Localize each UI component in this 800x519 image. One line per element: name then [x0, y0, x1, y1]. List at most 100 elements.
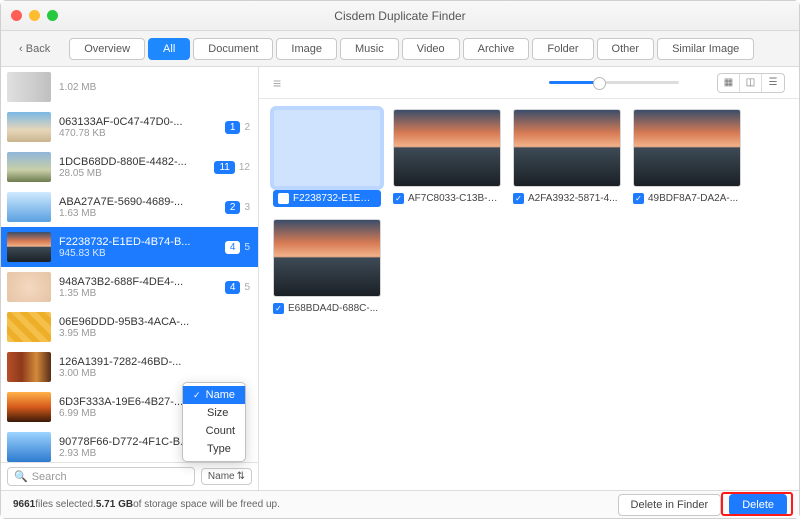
tab-archive[interactable]: Archive	[463, 38, 530, 60]
search-icon: 🔍	[14, 470, 28, 483]
preview-image	[273, 219, 381, 297]
view-switcher: ▦ ◫ ☰	[717, 73, 785, 93]
list-item[interactable]: 1.02 MB	[1, 67, 258, 107]
file-size: 3.95 MB	[59, 328, 250, 339]
dup-count: 45	[225, 281, 250, 294]
list-item[interactable]: 126A1391-7282-46BD-...3.00 MB	[1, 347, 258, 387]
tab-all[interactable]: All	[148, 38, 190, 60]
file-thumb	[7, 152, 51, 182]
close-icon[interactable]	[11, 10, 22, 21]
file-name: ABA27A7E-5690-4689-...	[59, 196, 217, 208]
selected-count: 9661	[13, 499, 35, 510]
file-thumb	[7, 72, 51, 102]
file-thumb	[7, 232, 51, 262]
preview-image	[513, 109, 621, 187]
list-item[interactable]: ABA27A7E-5690-4689-...1.63 MB23	[1, 187, 258, 227]
thumb-card[interactable]: ✓ 49BDF8A7-DA2A-...	[633, 109, 741, 207]
list-item[interactable]: 063133AF-0C47-47D0-...470.78 KB 12	[1, 107, 258, 147]
thumbnail-size-slider[interactable]	[549, 81, 679, 84]
tab-video[interactable]: Video	[402, 38, 460, 60]
file-size: 1.35 MB	[59, 288, 217, 299]
file-thumb	[7, 112, 51, 142]
thumb-filename: A2FA3932-5871-4...	[528, 193, 618, 204]
file-name: 948A73B2-688F-4DE4-...	[59, 276, 217, 288]
thumb-filename: E68BDA4D-688C-...	[288, 303, 378, 314]
delete-in-finder-button[interactable]: Delete in Finder	[618, 494, 722, 516]
list-item[interactable]: 948A73B2-688F-4DE4-...1.35 MB 45	[1, 267, 258, 307]
file-name: 063133AF-0C47-47D0-...	[59, 116, 217, 128]
tab-similar-image[interactable]: Similar Image	[657, 38, 754, 60]
sort-button[interactable]: Name⇅	[201, 468, 252, 485]
preview-image	[273, 109, 381, 187]
thumb-card[interactable]: ✓ E68BDA4D-688C-...	[273, 219, 381, 314]
file-name: 06E96DDD-95B3-4ACA-...	[59, 316, 250, 328]
dup-count: 12	[225, 121, 250, 134]
file-size: 3.00 MB	[59, 368, 250, 379]
zoom-icon[interactable]	[47, 10, 58, 21]
minimize-icon[interactable]	[29, 10, 40, 21]
list-item[interactable]: 06E96DDD-95B3-4ACA-...3.95 MB	[1, 307, 258, 347]
sidebar-footer: 🔍 Search Name⇅	[1, 462, 258, 490]
thumb-card[interactable]: F2238732-E1ED-4...	[273, 109, 381, 207]
thumb-filename: F2238732-E1ED-4...	[293, 193, 376, 204]
list-item[interactable]: 1DCB68DD-880E-4482-...28.05 MB 1112	[1, 147, 258, 187]
select-checkbox[interactable]: ✓	[273, 303, 284, 314]
content-header: ≡ ▦ ◫ ☰	[259, 67, 799, 99]
sort-count[interactable]: Count	[183, 422, 245, 440]
thumb-filename: AF7C8033-C13B-4...	[408, 193, 501, 204]
column-view-icon[interactable]: ◫	[740, 74, 762, 92]
sidebar: 1.02 MB 063133AF-0C47-47D0-...470.78 KB 12…	[1, 67, 259, 490]
select-checkbox[interactable]: ✓	[633, 193, 644, 204]
file-name: 126A1391-7282-46BD-...	[59, 356, 250, 368]
select-checkbox[interactable]: ✓	[393, 193, 404, 204]
file-size: 1.02 MB	[59, 82, 250, 93]
sort-menu[interactable]: ✓Name Size Count Type	[182, 382, 246, 462]
back-button[interactable]: ‹ Back	[11, 39, 58, 59]
file-size: 470.78 KB	[59, 128, 217, 139]
tab-image[interactable]: Image	[276, 38, 337, 60]
tab-folder[interactable]: Folder	[532, 38, 593, 60]
list-view-icon[interactable]: ☰	[762, 74, 784, 92]
delete-button[interactable]: Delete	[729, 494, 787, 516]
thumb-card[interactable]: ✓ AF7C8033-C13B-4...	[393, 109, 501, 207]
tab-music[interactable]: Music	[340, 38, 399, 60]
category-tabs: Overview All Document Image Music Video …	[69, 38, 754, 60]
titlebar: Cisdem Duplicate Finder	[1, 1, 799, 31]
window-title: Cisdem Duplicate Finder	[11, 9, 789, 23]
preview-image	[633, 109, 741, 187]
updown-icon: ⇅	[237, 471, 245, 482]
sort-size[interactable]: Size	[183, 404, 245, 422]
file-thumb	[7, 192, 51, 222]
file-size: 28.05 MB	[59, 168, 206, 179]
file-thumb	[7, 312, 51, 342]
dup-count: 1112	[214, 161, 250, 174]
select-checkbox[interactable]	[278, 193, 289, 204]
search-input[interactable]: 🔍 Search	[7, 467, 195, 486]
back-label: Back	[26, 43, 50, 55]
toolbar: ‹ Back Overview All Document Image Music…	[1, 31, 799, 67]
file-size: 1.63 MB	[59, 208, 217, 219]
select-checkbox[interactable]: ✓	[513, 193, 524, 204]
duplicate-thumb-grid: F2238732-E1ED-4... ✓ AF7C8033-C13B-4... ✓ A2…	[259, 99, 799, 490]
file-name: 1DCB68DD-880E-4482-...	[59, 156, 206, 168]
freed-size: 5.71 GB	[96, 499, 133, 510]
file-name: F2238732-E1ED-4B74-B...	[59, 236, 217, 248]
file-thumb	[7, 352, 51, 382]
preview-image	[393, 109, 501, 187]
file-thumb	[7, 272, 51, 302]
status-bar: 9661 files selected. 5.71 GB of storage …	[1, 490, 799, 518]
dup-count: 45	[225, 241, 250, 254]
tab-document[interactable]: Document	[193, 38, 273, 60]
tab-other[interactable]: Other	[597, 38, 655, 60]
traffic-lights	[11, 10, 58, 21]
tab-overview[interactable]: Overview	[69, 38, 145, 60]
thumb-card[interactable]: ✓ A2FA3932-5871-4...	[513, 109, 621, 207]
list-item[interactable]: F2238732-E1ED-4B74-B...945.83 KB 45	[1, 227, 258, 267]
file-size: 945.83 KB	[59, 248, 217, 259]
grid-view-icon[interactable]: ▦	[718, 74, 740, 92]
search-placeholder: Search	[32, 471, 67, 483]
thumb-filename: 49BDF8A7-DA2A-...	[648, 193, 738, 204]
sort-type[interactable]: Type	[183, 440, 245, 458]
sort-name[interactable]: ✓Name	[183, 386, 245, 404]
list-mode-icon[interactable]: ≡	[273, 75, 281, 91]
